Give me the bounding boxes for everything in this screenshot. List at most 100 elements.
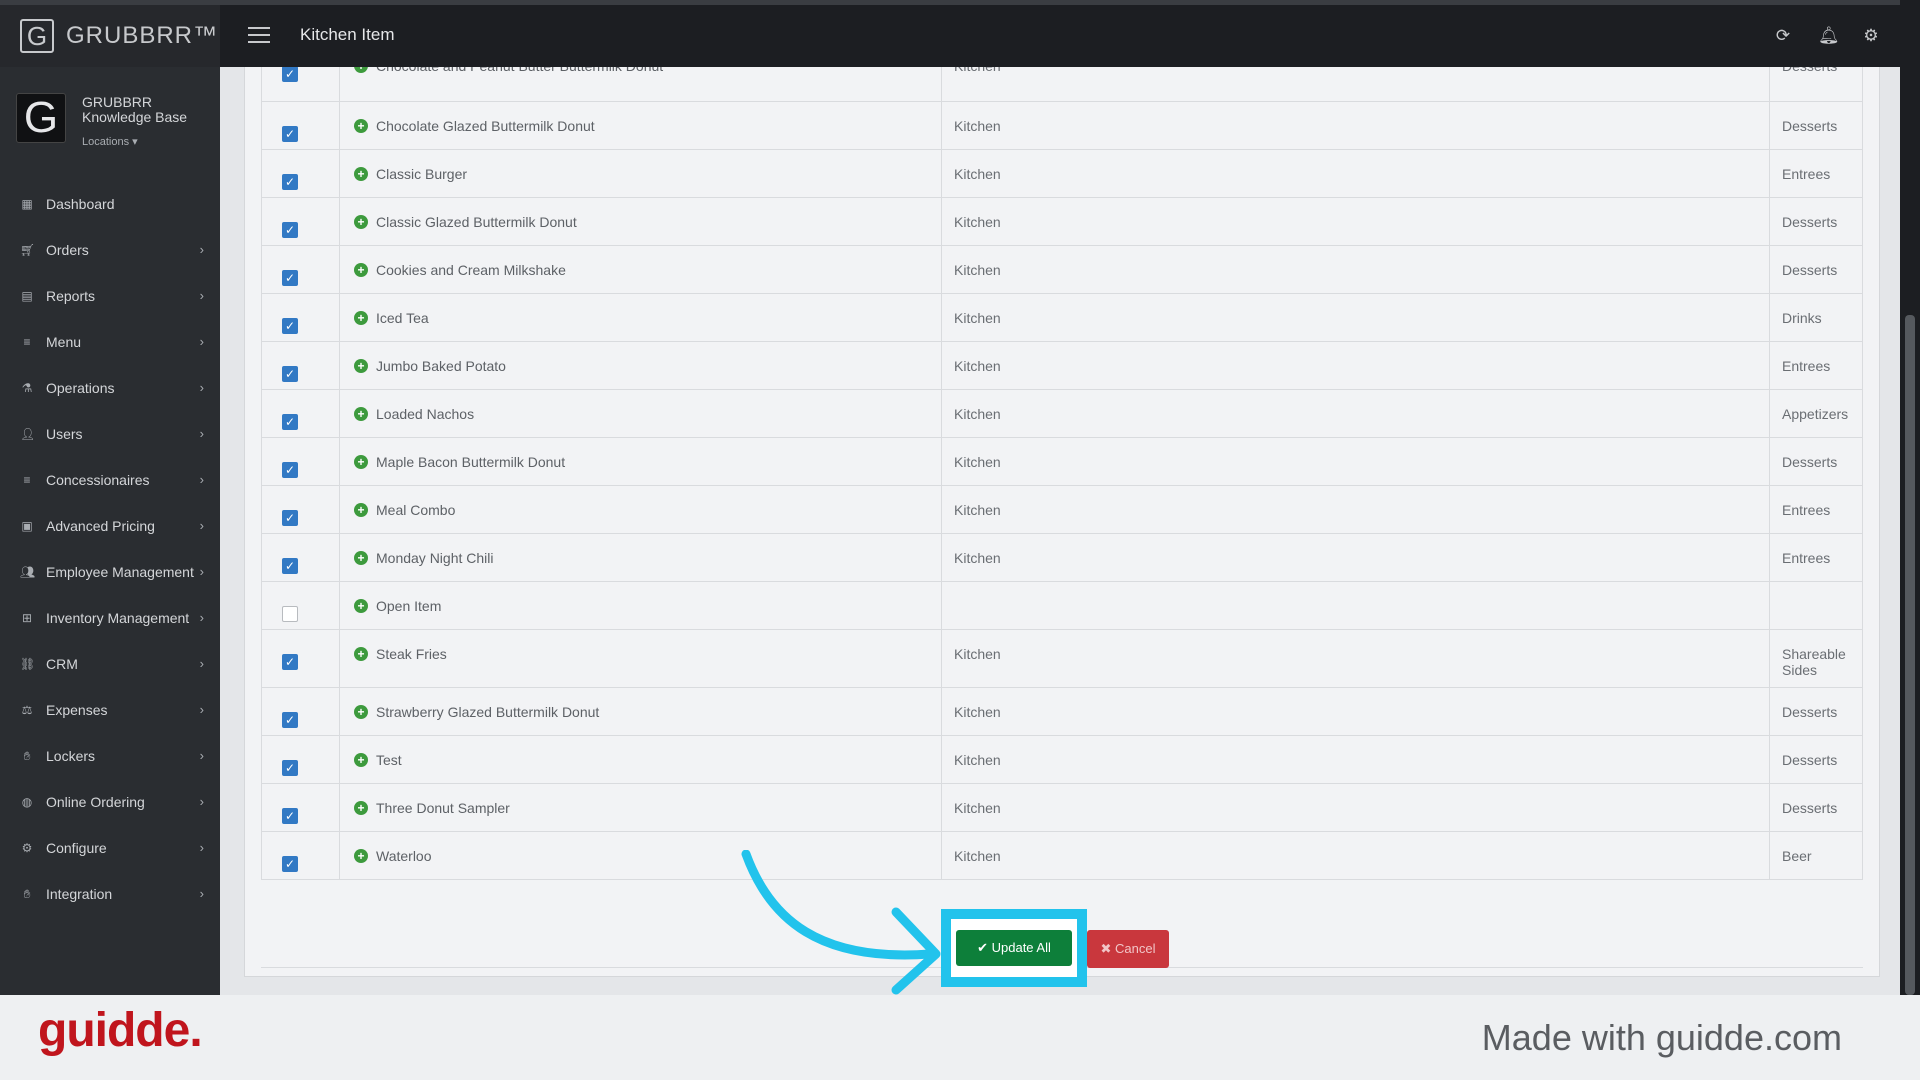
- row-checkbox[interactable]: ✓: [282, 462, 298, 478]
- item-name: Open Item: [376, 598, 442, 614]
- sidebar-item-employee-management[interactable]: 👥︎ Employee Management ›: [0, 549, 220, 595]
- chevron-right-icon: ›: [199, 426, 204, 441]
- table-row: ✓ + Strawberry Glazed Buttermilk Donut Kitc…: [261, 688, 1863, 736]
- user-icon: 👤︎: [20, 427, 36, 441]
- guidde-footer: guidde. Made with guidde.com: [0, 995, 1920, 1080]
- expand-plus-icon[interactable]: +: [354, 263, 368, 277]
- integration-icon: ✋︎: [23, 887, 31, 901]
- main-content: ✓ + Chocolate and Peanut Butter Buttermilk…: [220, 67, 1900, 995]
- sidebar-item-label: Employee Management: [46, 564, 194, 580]
- item-name: Chocolate and Peanut Butter Buttermilk D…: [376, 67, 663, 74]
- sidebar-item-orders[interactable]: 🛒︎ Orders ›: [0, 227, 220, 273]
- station-cell: Kitchen: [941, 832, 1769, 879]
- expand-plus-icon[interactable]: +: [354, 599, 368, 613]
- top-bar: G GRUBBRR™ Kitchen Item ⟳ 🔔︎ ⚙: [0, 0, 1920, 67]
- table-row: ✓ + Jumbo Baked Potato Kitchen Entrees: [261, 342, 1863, 390]
- sidebar-item-configure[interactable]: ⚙ Configure ›: [0, 825, 220, 871]
- expand-plus-icon[interactable]: +: [354, 849, 368, 863]
- hamburger-menu-icon[interactable]: [248, 27, 270, 43]
- item-name-cell: + Jumbo Baked Potato: [339, 342, 941, 389]
- sidebar-item-dashboard[interactable]: ▦ Dashboard: [0, 181, 220, 227]
- category-cell: Beer: [1769, 832, 1863, 879]
- locations-dropdown[interactable]: Locations ▾: [82, 135, 138, 148]
- select-cell: [261, 582, 339, 629]
- sidebar-item-label: Reports: [46, 288, 96, 304]
- sidebar-item-crm[interactable]: ⛓ CRM ›: [0, 641, 220, 687]
- row-checkbox[interactable]: ✓: [282, 366, 298, 382]
- row-checkbox[interactable]: ✓: [282, 760, 298, 776]
- expand-plus-icon[interactable]: +: [354, 215, 368, 229]
- station-value: Kitchen: [954, 848, 1001, 864]
- expand-plus-icon[interactable]: +: [354, 503, 368, 517]
- expand-plus-icon[interactable]: +: [354, 311, 368, 325]
- row-checkbox[interactable]: ✓: [282, 712, 298, 728]
- sidebar-item-menu[interactable]: ≡ Menu ›: [0, 319, 220, 365]
- row-checkbox[interactable]: ✓: [282, 126, 298, 142]
- row-checkbox[interactable]: ✓: [282, 414, 298, 430]
- flask-icon: ⚗: [21, 381, 33, 395]
- row-checkbox[interactable]: ✓: [282, 174, 298, 190]
- row-checkbox[interactable]: ✓: [282, 318, 298, 334]
- sidebar-item-operations[interactable]: ⚗ Operations ›: [0, 365, 220, 411]
- sidebar-item-lockers[interactable]: ✋︎ Lockers ›: [0, 733, 220, 779]
- row-checkbox[interactable]: ✓: [282, 222, 298, 238]
- sidebar-item-users[interactable]: 👤︎ Users ›: [0, 411, 220, 457]
- expand-plus-icon[interactable]: +: [354, 705, 368, 719]
- row-checkbox[interactable]: ✓: [282, 808, 298, 824]
- row-checkbox[interactable]: ✓: [282, 270, 298, 286]
- row-checkbox[interactable]: ✓: [282, 510, 298, 526]
- expand-plus-icon[interactable]: +: [354, 801, 368, 815]
- sidebar-item-integration[interactable]: ✋︎ Integration ›: [0, 871, 220, 917]
- category-value: Desserts: [1782, 262, 1838, 278]
- bell-icon[interactable]: 🔔︎: [1818, 27, 1840, 45]
- expand-plus-icon[interactable]: +: [354, 647, 368, 661]
- sidebar-item-online-ordering[interactable]: ◍ Online Ordering ›: [0, 779, 220, 825]
- sidebar-item-label: Expenses: [46, 702, 108, 718]
- link-icon: ⛓: [20, 657, 36, 671]
- scrollbar-thumb[interactable]: [1905, 315, 1915, 995]
- chevron-right-icon: ›: [199, 840, 204, 855]
- refresh-icon[interactable]: ⟳: [1774, 27, 1792, 45]
- update-all-button[interactable]: ✔ Update All: [956, 930, 1072, 966]
- sidebar-item-label: Configure: [46, 840, 107, 856]
- table-row: ✓ + Waterloo Kitchen Beer: [261, 832, 1863, 880]
- brand[interactable]: G GRUBBRR™: [0, 5, 220, 67]
- row-checkbox[interactable]: ✓: [282, 67, 298, 82]
- row-checkbox[interactable]: ✓: [282, 558, 298, 574]
- expand-plus-icon[interactable]: +: [354, 359, 368, 373]
- row-checkbox[interactable]: [282, 606, 298, 622]
- expand-plus-icon[interactable]: +: [354, 455, 368, 469]
- category-value: Desserts: [1782, 118, 1838, 134]
- station-value: Kitchen: [954, 752, 1001, 768]
- select-cell: ✓: [261, 198, 339, 245]
- table-row: ✓ + Meal Combo Kitchen Entrees: [261, 486, 1863, 534]
- station-cell: Kitchen: [941, 246, 1769, 293]
- sidebar-item-inventory-management[interactable]: ⊞ Inventory Management ›: [0, 595, 220, 641]
- expand-plus-icon[interactable]: +: [354, 119, 368, 133]
- expand-plus-icon[interactable]: +: [354, 551, 368, 565]
- row-checkbox[interactable]: ✓: [282, 654, 298, 670]
- pointer-arrow-icon: [741, 850, 941, 995]
- sidebar-item-expenses[interactable]: ⚖ Expenses ›: [0, 687, 220, 733]
- row-checkbox[interactable]: ✓: [282, 856, 298, 872]
- sidebar-item-concessionaires[interactable]: ≡ Concessionaires ›: [0, 457, 220, 503]
- cancel-button[interactable]: ✖ Cancel: [1087, 930, 1169, 968]
- gear-icon[interactable]: ⚙: [1862, 27, 1880, 45]
- expand-plus-icon[interactable]: +: [354, 67, 368, 73]
- sidebar-item-label: Users: [46, 426, 83, 442]
- expand-plus-icon[interactable]: +: [354, 167, 368, 181]
- select-cell: ✓: [261, 102, 339, 149]
- station-cell: Kitchen: [941, 630, 1769, 687]
- sidebar-item-advanced-pricing[interactable]: ▣ Advanced Pricing ›: [0, 503, 220, 549]
- kitchen-item-panel: ✓ + Chocolate and Peanut Butter Buttermilk…: [244, 67, 1880, 977]
- expand-plus-icon[interactable]: +: [354, 753, 368, 767]
- item-name-cell: + Strawberry Glazed Buttermilk Donut: [339, 688, 941, 735]
- table-row: ✓ + Chocolate and Peanut Butter Buttermilk…: [261, 67, 1863, 102]
- expand-plus-icon[interactable]: +: [354, 407, 368, 421]
- sidebar-nav: ▦ Dashboard 🛒︎ Orders › ▤ Reports › ≡ Menu › ⚗ Opera…: [0, 181, 220, 917]
- station-value: Kitchen: [954, 646, 1001, 662]
- item-name: Strawberry Glazed Buttermilk Donut: [376, 704, 600, 720]
- item-name: Classic Burger: [376, 166, 468, 182]
- scale-icon: ⚖: [21, 703, 33, 717]
- sidebar-item-reports[interactable]: ▤ Reports ›: [0, 273, 220, 319]
